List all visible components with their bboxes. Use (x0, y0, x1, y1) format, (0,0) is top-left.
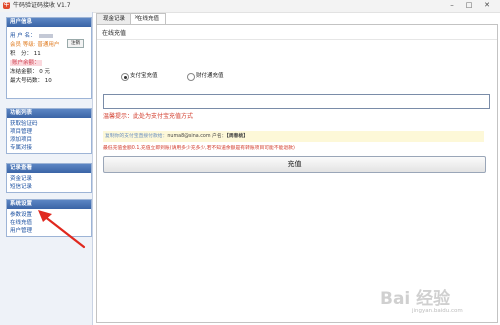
recharge-content: 在线充值 支付宝充值 财付通充值 温馨提示：此处为支付宝充值方式 复制你的支付宝… (96, 24, 498, 323)
balance-label: 账户余额： (10, 60, 42, 66)
note-name-label: 户名： (210, 134, 227, 139)
user-info-panel: 用户信息 用 户 名： 注销 会员 等级: 普通用户 积 分： 11 账户余额：… (6, 17, 92, 99)
records-panel: 记录查看 资金记录 短信记录 (6, 163, 92, 193)
nav-fund-records[interactable]: 资金记录 (10, 175, 88, 183)
points-value: 11 (33, 51, 41, 57)
alipay-hint: 温馨提示：此处为支付宝充值方式 (103, 113, 194, 120)
minimize-button[interactable]: – (445, 1, 459, 10)
nav-sms-records[interactable]: 短信记录 (10, 183, 88, 191)
points-label: 积 分： (10, 51, 33, 57)
function-list-panel: 功能列表 获取验证码 项目管理 添加项目 专属对接 (6, 108, 92, 154)
note-email: numa8@sina.com (167, 134, 211, 139)
tenpay-radio-label[interactable]: 财付通充值 (196, 72, 224, 80)
nav-get-code[interactable]: 获取验证码 (10, 120, 88, 128)
max-numbers-label: 最大号码数： (10, 78, 44, 84)
note-prefix: 复制你的支付宝直接付款给： (105, 134, 168, 139)
tab-cash-records[interactable]: 现金记录 (96, 13, 132, 24)
frozen-value: 0 元 (39, 69, 51, 75)
window-title: 牛码验证码接收 V1.7 (13, 2, 71, 9)
tenpay-radio[interactable] (187, 73, 195, 81)
function-list-header: 功能列表 (7, 109, 91, 118)
maximize-button[interactable]: □ (462, 1, 476, 10)
annotation-arrow-icon (38, 210, 86, 249)
alipay-radio-label[interactable]: 支付宝充值 (130, 72, 158, 80)
alipay-radio[interactable] (121, 73, 129, 81)
system-settings-header: 系统设置 (7, 200, 91, 209)
nav-add-project[interactable]: 添加项目 (10, 136, 88, 144)
amount-input[interactable] (103, 94, 490, 109)
left-sidebar: 用户信息 用 户 名： 注销 会员 等级: 普通用户 积 分： 11 账户余额：… (0, 12, 93, 325)
username-value (39, 33, 54, 38)
nav-dedicated-api[interactable]: 专属对接 (10, 144, 88, 152)
max-numbers-value: 10 (44, 78, 52, 84)
watermark-url: jingyan.baidu.com (412, 308, 463, 314)
app-icon: 牛 (3, 2, 10, 9)
nav-project-manage[interactable]: 项目管理 (10, 128, 88, 136)
title-divider (97, 39, 497, 40)
frozen-label: 冻结金额： (10, 69, 38, 75)
tab-close-icon[interactable]: ✕ (134, 13, 139, 23)
baidu-watermark: Bai 经验 jingyan.baidu.com (350, 282, 480, 320)
watermark-text: Bai 经验 (380, 289, 451, 309)
payment-note: 复制你的支付宝直接付款给：numa8@sina.com 户名：【周春桃】 (103, 131, 484, 142)
records-header: 记录查看 (7, 164, 91, 173)
member-label: 会员 (10, 42, 22, 48)
recharge-button[interactable]: 充值 (103, 156, 486, 173)
note-name-value: 【周春桃】 (226, 134, 249, 139)
close-button[interactable]: ✕ (480, 1, 494, 10)
recharge-rule: 最低充值金额0.1,充值立即到账(请用多少充多少,若不知道余额是有转账项目可能不… (103, 146, 295, 151)
logout-button[interactable]: 注销 (67, 39, 84, 48)
page-title: 在线充值 (102, 30, 127, 37)
username-label: 用 户 名： (10, 33, 36, 39)
member-level: 等级: 普通用户 (22, 42, 60, 48)
user-info-header: 用户信息 (7, 18, 91, 27)
